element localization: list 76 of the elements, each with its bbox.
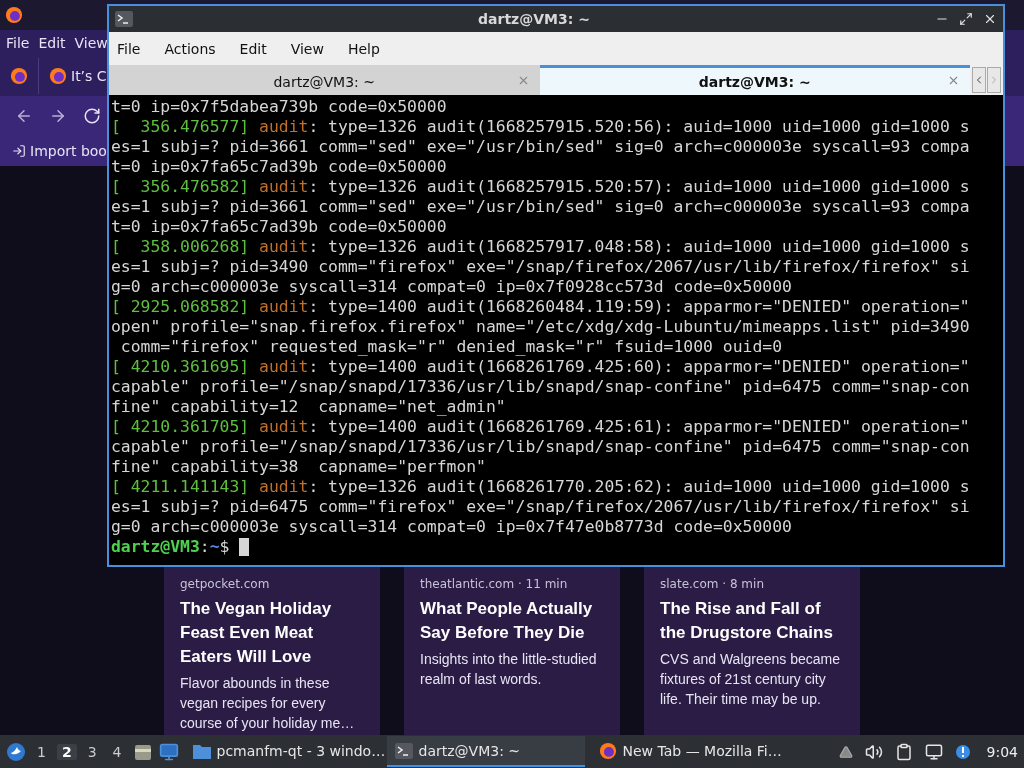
- menu-item[interactable]: Edit: [239, 40, 267, 57]
- terminal-line: [ 4210.361705] audit: type=1400 audit(1668261769.425:61): apparmor="DENIED" operation=": [111, 417, 971, 437]
- terminal-line: open" profile="snap.firefox.firefox" name="/etc/xdg/xdg-Lubuntu/mimeapps.list" pid=3490: [111, 317, 971, 337]
- card-source: getpocket.com: [180, 577, 271, 591]
- terminal-line: capable" profile="/snap/snapd/17336/usr/lib/snapd/snap-confine" pid=6475 comm="snap-con: [111, 437, 971, 457]
- terminal-line: t=0 ip=0x7fa65c7ad39b code=0x50000: [111, 157, 448, 177]
- window-title: dartz@VM3: ~: [477, 11, 591, 27]
- shell-prompt: dartz@VM3:~$: [111, 537, 230, 557]
- bird-logo-icon[interactable]: [6, 741, 26, 762]
- card-excerpt: Flavor abounds in these vegan recipes for every course of your holiday me…: [180, 674, 356, 733]
- menu-item[interactable]: Actions: [164, 40, 216, 57]
- terminal-line: [ 4210.361695] audit: type=1400 audit(1668261769.425:60): apparmor="DENIED" operation=": [111, 357, 971, 377]
- terminal-line: es=1 subj=? pid=3661 comm="sed" exe="/usr/bin/sed" sig=0 arch=c000003e syscall=93 compa: [111, 137, 971, 157]
- workspace-button[interactable]: 3: [82, 743, 102, 760]
- terminal-line: fine" capability=38 capname="perfmon": [111, 457, 487, 477]
- card-title: The Rise and Fall of the Drugstore Chains: [660, 598, 834, 644]
- taskbar-task[interactable]: dartz@VM3: ~: [386, 736, 585, 767]
- workspace-button[interactable]: 1: [32, 743, 51, 760]
- clock: 9:04: [986, 743, 1018, 760]
- menu-item[interactable]: View: [290, 40, 324, 57]
- notification-icon[interactable]: [954, 743, 971, 760]
- terminal-line: [ 356.476582] audit: type=1326 audit(1668257915.520:57): auid=1000 uid=1000 gid=1000 s: [111, 177, 971, 197]
- import-icon: [12, 144, 26, 158]
- card-title: What People Actually Say Before They Die: [420, 598, 594, 644]
- terminal-line: capable" profile="/snap/snapd/17336/usr/lib/snapd/snap-confine" pid=6475 comm="snap-con: [111, 377, 971, 397]
- browser-logo-icon: [49, 67, 67, 85]
- back-icon[interactable]: [15, 107, 33, 125]
- up-arrow-icon[interactable]: [838, 744, 853, 759]
- reload-icon[interactable]: [83, 107, 101, 125]
- menu-item[interactable]: Edit: [38, 35, 66, 51]
- menu-item[interactable]: Help: [347, 40, 380, 57]
- desktop-icon[interactable]: [158, 741, 179, 762]
- folder-icon: [192, 742, 211, 759]
- close-tab-icon[interactable]: [947, 74, 960, 87]
- card-source: slate.com · 8 min: [660, 577, 765, 591]
- menu-item[interactable]: File: [6, 35, 30, 51]
- terminal-line: g=0 arch=c000003e syscall=314 compat=0 ip=0x7f47e0b8773d code=0x50000: [111, 517, 793, 537]
- terminal-line: g=0 arch=c000003e syscall=314 compat=0 ip=0x7f0928cc573d code=0x50000: [111, 277, 793, 297]
- close-icon[interactable]: [983, 12, 997, 26]
- bookmark-link[interactable]: Import boo: [12, 143, 107, 159]
- terminal-line: [ 2925.068582] audit: type=1400 audit(1668260484.119:59): apparmor="DENIED" operation=": [111, 297, 971, 317]
- workspace-button[interactable]: 2: [56, 743, 77, 760]
- forward-icon[interactable]: [49, 107, 67, 125]
- terminal-line: comm="firefox" requested_mask="r" denied_mask="r" fsuid=1000 ouid=0: [119, 337, 784, 357]
- terminal-line: es=1 subj=? pid=6475 comm="firefox" exe="/snap/firefox/2067/usr/lib/firefox/firefox" si: [111, 497, 971, 517]
- story-card[interactable]: getpocket.com The Vegan Holiday Feast Even Meat Eaters Will Love Flavor abounds in these vegan recipes for every course of your holiday me…: [164, 567, 380, 735]
- text-cursor: [239, 538, 250, 556]
- terminal-tab[interactable]: dartz@VM3: ~: [109, 65, 540, 95]
- menu-item[interactable]: File: [117, 40, 141, 57]
- terminal-line: t=0 ip=0x7fa65c7ad39b code=0x50000: [111, 217, 448, 237]
- maximize-icon[interactable]: [959, 12, 973, 26]
- terminal-line: [ 356.476577] audit: type=1326 audit(1668257915.520:56): auid=1000 uid=1000 gid=1000 s: [111, 117, 971, 137]
- clipboard-icon[interactable]: [894, 742, 913, 761]
- terminal-line: t=0 ip=0x7f5dabea739b code=0x50000: [111, 97, 448, 117]
- card-excerpt: CVS and Walgreens became fixtures of 21st century city life. Their time may be up.: [660, 650, 842, 709]
- terminal-tab[interactable]: dartz@VM3: ~: [539, 65, 970, 95]
- terminal-line: [ 4211.141143] audit: type=1326 audit(1668261770.205:62): auid=1000 uid=1000 gid=1000 s: [111, 477, 971, 497]
- volume-icon[interactable]: [864, 742, 883, 761]
- browser-logo-icon: [5, 6, 23, 24]
- browser-logo-icon: [10, 67, 28, 85]
- story-card[interactable]: slate.com · 8 min The Rise and Fall of the Drugstore Chains CVS and Walgreens became fixtures of 21st century city life. Their time may be up.: [644, 567, 860, 735]
- workspace-button[interactable]: 4: [107, 743, 127, 760]
- story-card[interactable]: theatlantic.com · 11 min What People Actually Say Before They Die Insights into the little-studied realm of last words.: [404, 567, 620, 735]
- browser-tab[interactable]: It’s C: [49, 67, 107, 85]
- menu-item[interactable]: View: [74, 35, 108, 51]
- terminal-line: es=1 subj=? pid=3490 comm="firefox" exe="/snap/firefox/2067/usr/lib/firefox/firefox" si: [111, 257, 971, 277]
- card-source: theatlantic.com · 11 min: [420, 577, 569, 591]
- terminal-icon: [394, 742, 413, 759]
- terminal-line: [ 358.006268] audit: type=1326 audit(1668257917.048:58): auid=1000 uid=1000 gid=1000 s: [111, 237, 971, 257]
- card-title: The Vegan Holiday Feast Even Meat Eaters Will Love: [180, 598, 333, 668]
- terminal-line: es=1 subj=? pid=3661 comm="sed" exe="/usr/bin/sed" sig=0 arch=c000003e syscall=93 compa: [111, 197, 971, 217]
- taskbar-task[interactable]: New Tab — Mozilla Fi…: [590, 736, 801, 767]
- browser-logo-icon: [598, 741, 617, 760]
- terminal-icon: [115, 11, 133, 27]
- terminal-line: fine" capability=12 capname="net_admin": [111, 397, 507, 417]
- card-excerpt: Insights into the little-studied realm of last words.: [420, 650, 598, 689]
